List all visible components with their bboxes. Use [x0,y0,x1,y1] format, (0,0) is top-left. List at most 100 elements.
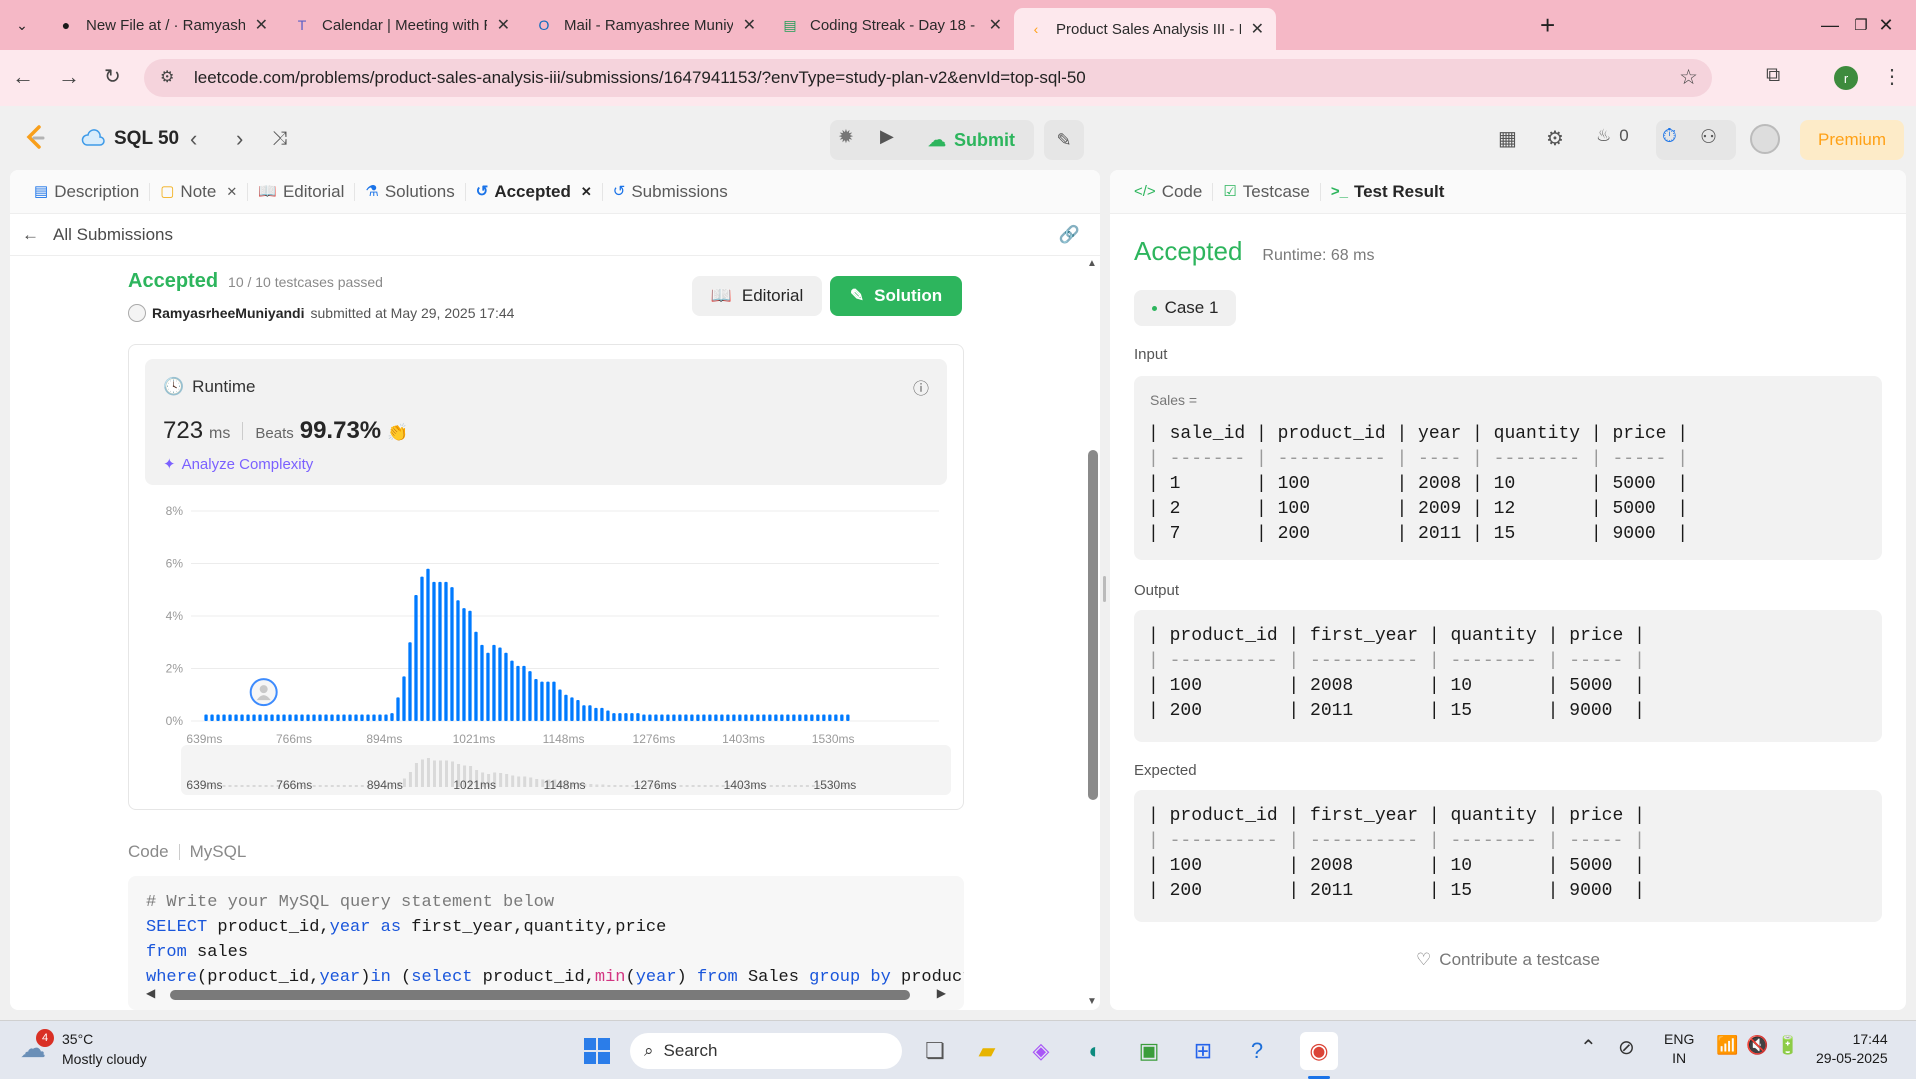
close-tab-icon[interactable]: ✕ [581,183,592,201]
chart-bar[interactable] [252,714,256,721]
leetcode-logo[interactable] [24,124,48,152]
chart-bar[interactable] [828,714,832,721]
tab-solutions[interactable]: ⚗ Solutions [355,182,466,201]
chart-bar[interactable] [312,714,316,721]
app-icon[interactable]: ▣ [1130,1032,1168,1070]
chart-bar[interactable] [516,665,520,721]
chart-bar[interactable] [294,714,298,721]
close-window-button[interactable]: ✕ [1856,0,1916,50]
chart-bar[interactable] [846,714,850,721]
scroll-left-icon[interactable]: ◀ [146,986,155,1000]
user-avatar[interactable] [1750,124,1780,154]
debug-icon[interactable]: ✹ [838,126,854,149]
edge-icon[interactable]: ◐ [1076,1032,1114,1070]
chart-bar[interactable] [564,694,568,721]
submit-button[interactable]: ☁ Submit [918,122,1030,158]
chart-bar[interactable] [558,689,562,722]
chart-bar[interactable] [708,714,712,721]
chart-bar[interactable] [402,676,406,721]
chart-bar[interactable] [552,681,556,721]
code-block[interactable]: # Write your MySQL query statement below… [128,876,964,1010]
notes-icon[interactable]: ✎ [1044,120,1084,160]
chart-bar[interactable] [288,714,292,721]
run-icon[interactable]: ▶ [880,126,894,147]
chart-bar[interactable] [216,714,220,721]
chart-bar[interactable] [390,713,394,721]
solution-button[interactable]: ✎ Solution [830,276,962,316]
chart-bar[interactable] [702,714,706,721]
chart-bar[interactable] [570,697,574,721]
chart-bar[interactable] [234,714,238,721]
store-icon[interactable]: ⊞ [1184,1032,1222,1070]
chart-bar[interactable] [636,713,640,721]
chart-bar[interactable] [624,713,628,721]
chart-bar[interactable] [762,714,766,721]
chart-bar[interactable] [750,714,754,721]
browser-tab[interactable]: ● New File at / · Ramyashree-m/S ✕ [44,8,280,42]
chart-bar[interactable] [270,714,274,721]
contribute-testcase-link[interactable]: ♡ Contribute a testcase [1110,950,1906,970]
chart-bar[interactable] [744,714,748,721]
timer-icon[interactable]: ⏱ [1662,126,1677,148]
chart-bar[interactable] [690,714,694,721]
profile-avatar[interactable]: r [1834,66,1858,90]
task-view-icon[interactable]: ❏ [916,1032,954,1070]
chart-bar[interactable] [732,714,736,721]
prev-problem-icon[interactable]: ‹ [190,126,197,152]
scrollbar-thumb[interactable] [1088,450,1098,800]
windows-start-icon[interactable] [578,1032,616,1070]
runtime-summary[interactable]: 🕓 Runtime ⓘ 723 ms Beats 99.73% 👏 ✦ Analyz… [145,359,947,485]
chart-bar[interactable] [456,600,460,721]
chart-bar[interactable] [474,631,478,721]
chart-bar[interactable] [210,714,214,721]
chart-bar[interactable] [792,714,796,721]
chart-bar[interactable] [540,681,544,721]
chart-bar[interactable] [612,713,616,721]
chart-bar[interactable] [468,610,472,721]
chart-bar[interactable] [342,714,346,721]
close-tab-icon[interactable]: ✕ [989,15,1002,35]
chart-bar[interactable] [642,714,646,721]
chart-bar[interactable] [264,714,268,721]
taskbar-search[interactable]: ⌕ Search [630,1033,902,1069]
chart-bar[interactable] [768,714,772,721]
chart-bar[interactable] [738,714,742,721]
close-tab-icon[interactable]: ✕ [1251,19,1264,39]
chart-bar[interactable] [438,581,442,721]
chart-bar[interactable] [498,647,502,722]
tab-editorial[interactable]: 📖 Editorial [248,182,356,201]
all-submissions-link[interactable]: ← All Submissions 🔗 [10,214,1100,256]
chart-bar[interactable] [804,714,808,721]
share-link-icon[interactable]: 🔗 [1059,225,1080,245]
chart-bar[interactable] [522,665,526,721]
scroll-right-icon[interactable]: ▶ [937,986,946,1000]
chart-bar[interactable] [618,713,622,721]
chart-bar[interactable] [246,714,250,721]
help-icon[interactable]: ? [1238,1032,1276,1070]
chart-bar[interactable] [786,714,790,721]
tab-accepted[interactable]: ↺ Accepted ✕ [466,182,603,201]
browser-menu-icon[interactable]: ⋮ [1882,64,1902,89]
chart-bar[interactable] [696,714,700,721]
chart-bar[interactable] [678,714,682,721]
chart-bar[interactable] [306,714,310,721]
chart-bar[interactable] [408,642,412,721]
chart-bar[interactable] [822,714,826,721]
output-box[interactable]: | product_id | first_year | quantity | p… [1134,610,1882,742]
chart-range-slider[interactable]: 639ms 766ms 894ms 1021ms 1148ms 1276ms 1403ms 1… [181,745,951,795]
chart-bar[interactable] [810,714,814,721]
submitter-name[interactable]: RamyasrheeMuniyandi [152,305,305,321]
input-box[interactable]: Sales = | sale_id | product_id | year | … [1134,376,1882,560]
premium-button[interactable]: Premium [1800,120,1904,160]
shuffle-icon[interactable]: ⤨ [272,128,287,150]
code-horizontal-scrollbar[interactable] [170,990,910,1000]
address-bar[interactable]: ⚙ leetcode.com/problems/product-sales-an… [144,59,1712,97]
chart-bar[interactable] [834,714,838,721]
chart-bar[interactable] [504,652,508,721]
tab-description[interactable]: ▤ Description [24,182,151,201]
chart-bar[interactable] [348,714,352,721]
reload-icon[interactable]: ↻ [104,64,121,89]
chart-bar[interactable] [594,707,598,721]
chart-bar[interactable] [534,679,538,721]
chart-bar[interactable] [606,710,610,722]
